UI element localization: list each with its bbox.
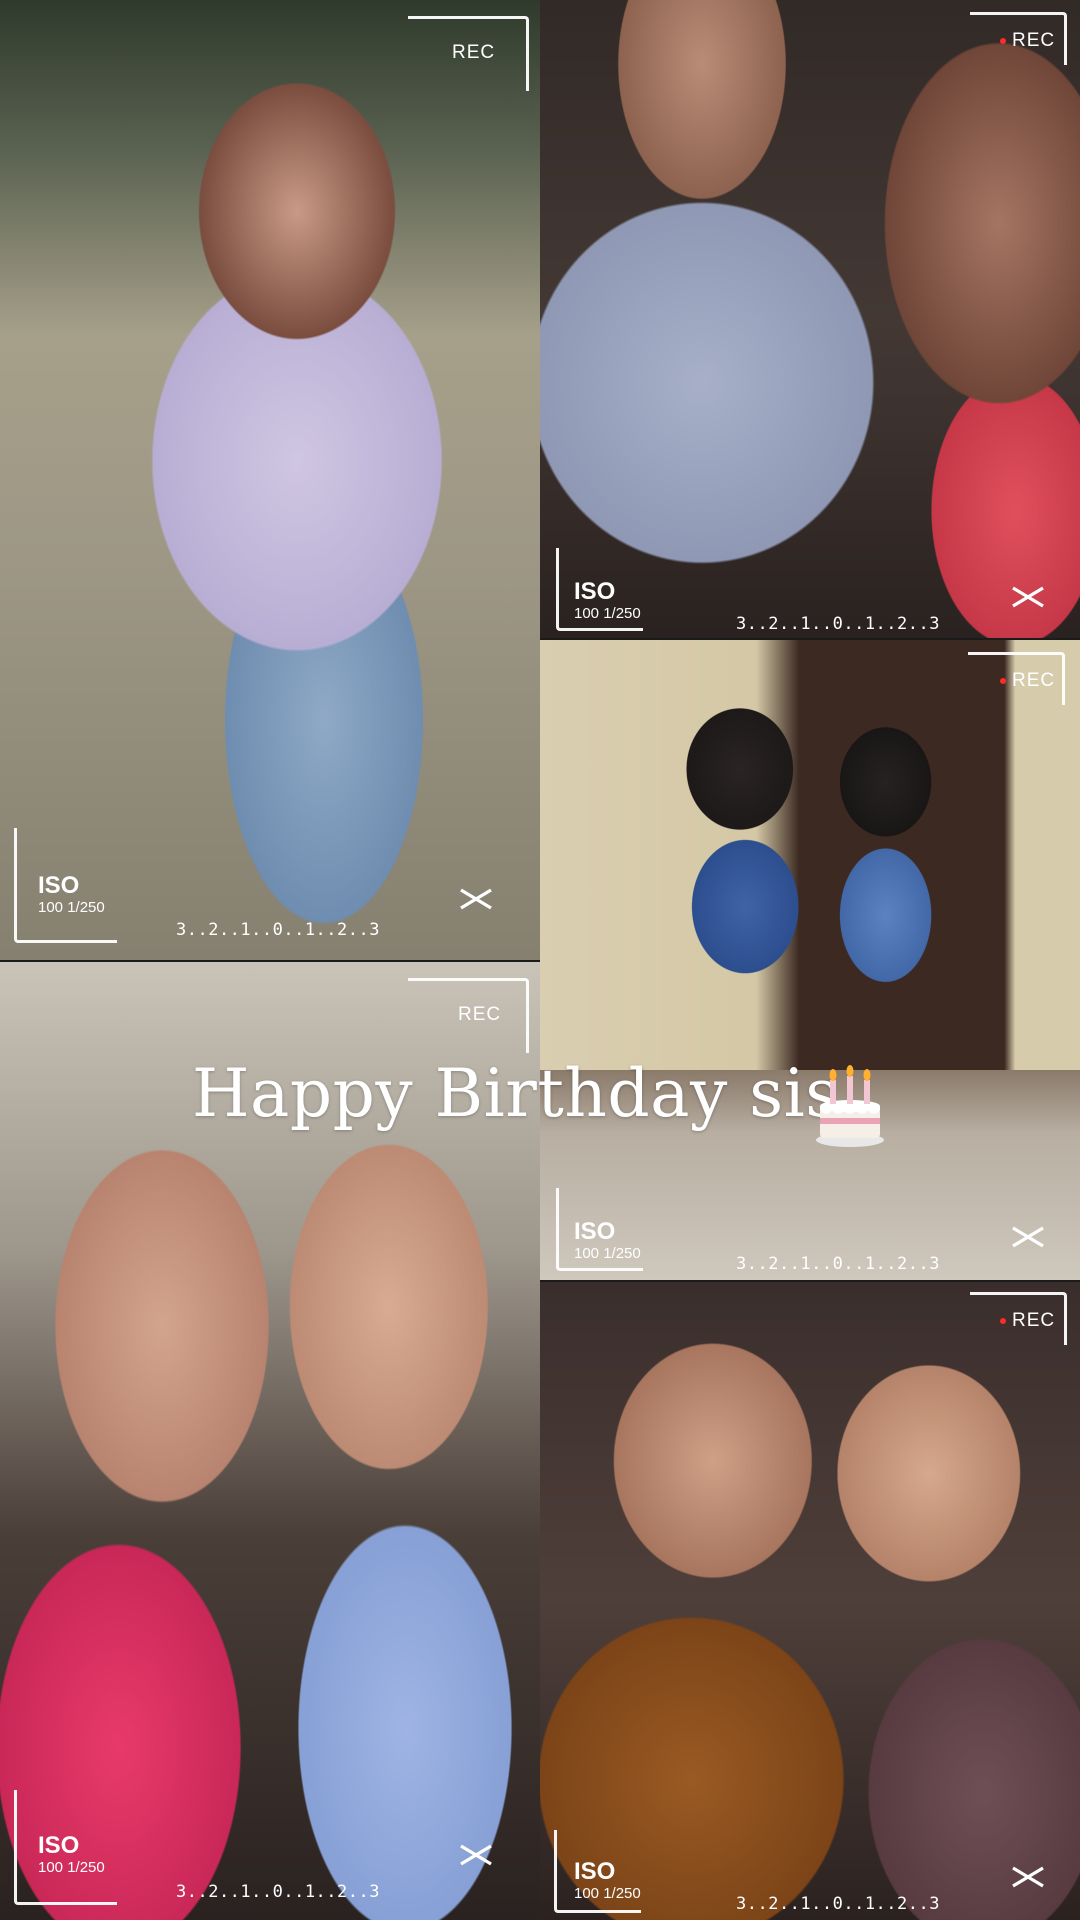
photo-tile-3: REC ISO 100 1/250 3..2..1..0..1..2..3: [540, 640, 1080, 1280]
capcut-logo-icon: [1012, 586, 1044, 608]
exposure-scale: 3..2..1..0..1..2..3: [736, 614, 940, 634]
photo-street: [0, 0, 540, 960]
rec-label: REC: [1012, 30, 1056, 51]
rec-label: REC: [1012, 1310, 1056, 1331]
rec-label: REC: [1012, 670, 1056, 691]
iso-label: ISO: [38, 1832, 80, 1859]
capcut-logo-icon: [1012, 1226, 1044, 1248]
photo-tile-1: REC ISO 100 1/250 3..2..1..0..1..2..3: [0, 0, 540, 960]
rec-dot-icon: [1000, 38, 1006, 44]
rec-indicator: REC: [452, 42, 495, 64]
iso-values: 100 1/250: [574, 605, 641, 622]
rec-indicator: REC: [458, 1004, 501, 1026]
iso-values: 100 1/250: [38, 899, 105, 916]
iso-values: 100 1/250: [574, 1245, 641, 1262]
rec-label: REC: [452, 42, 496, 63]
capcut-logo-icon: [1012, 1866, 1044, 1888]
exposure-scale: 3..2..1..0..1..2..3: [736, 1894, 940, 1914]
rec-indicator: REC: [1000, 670, 1055, 692]
rec-indicator: REC: [1000, 30, 1055, 52]
exposure-scale: 3..2..1..0..1..2..3: [176, 1882, 380, 1902]
exposure-scale: 3..2..1..0..1..2..3: [176, 920, 380, 940]
iso-readout: ISO 100 1/250: [574, 578, 641, 622]
rec-dot-icon: [1000, 1318, 1006, 1324]
iso-readout: ISO 100 1/250: [574, 1858, 641, 1902]
birthday-collage: REC ISO 100 1/250 3..2..1..0..1..2..3 RE…: [0, 0, 1080, 1920]
photo-tile-5: REC ISO 100 1/250 3..2..1..0..1..2..3: [540, 1282, 1080, 1920]
photo-selfie-1: [540, 0, 1080, 638]
iso-readout: ISO 100 1/250: [38, 872, 105, 916]
exposure-scale: 3..2..1..0..1..2..3: [736, 1254, 940, 1274]
capcut-logo-icon: [460, 1844, 492, 1866]
rec-dot-icon: [1000, 678, 1006, 684]
iso-label: ISO: [574, 1218, 616, 1245]
iso-label: ISO: [574, 1858, 616, 1885]
photo-selfie-3: [540, 1282, 1080, 1920]
birthday-title: Happy Birthday sis: [192, 1055, 840, 1132]
rec-label: REC: [458, 1004, 502, 1025]
iso-label: ISO: [574, 578, 616, 605]
rec-indicator: REC: [1000, 1310, 1055, 1332]
capcut-logo-icon: [460, 888, 492, 910]
iso-values: 100 1/250: [574, 1885, 641, 1902]
birthday-cake-icon: [816, 1065, 884, 1147]
iso-values: 100 1/250: [38, 1859, 105, 1876]
iso-readout: ISO 100 1/250: [38, 1832, 105, 1876]
photo-tile-2: REC ISO 100 1/250 3..2..1..0..1..2..3: [540, 0, 1080, 638]
iso-readout: ISO 100 1/250: [574, 1218, 641, 1262]
iso-label: ISO: [38, 872, 80, 899]
